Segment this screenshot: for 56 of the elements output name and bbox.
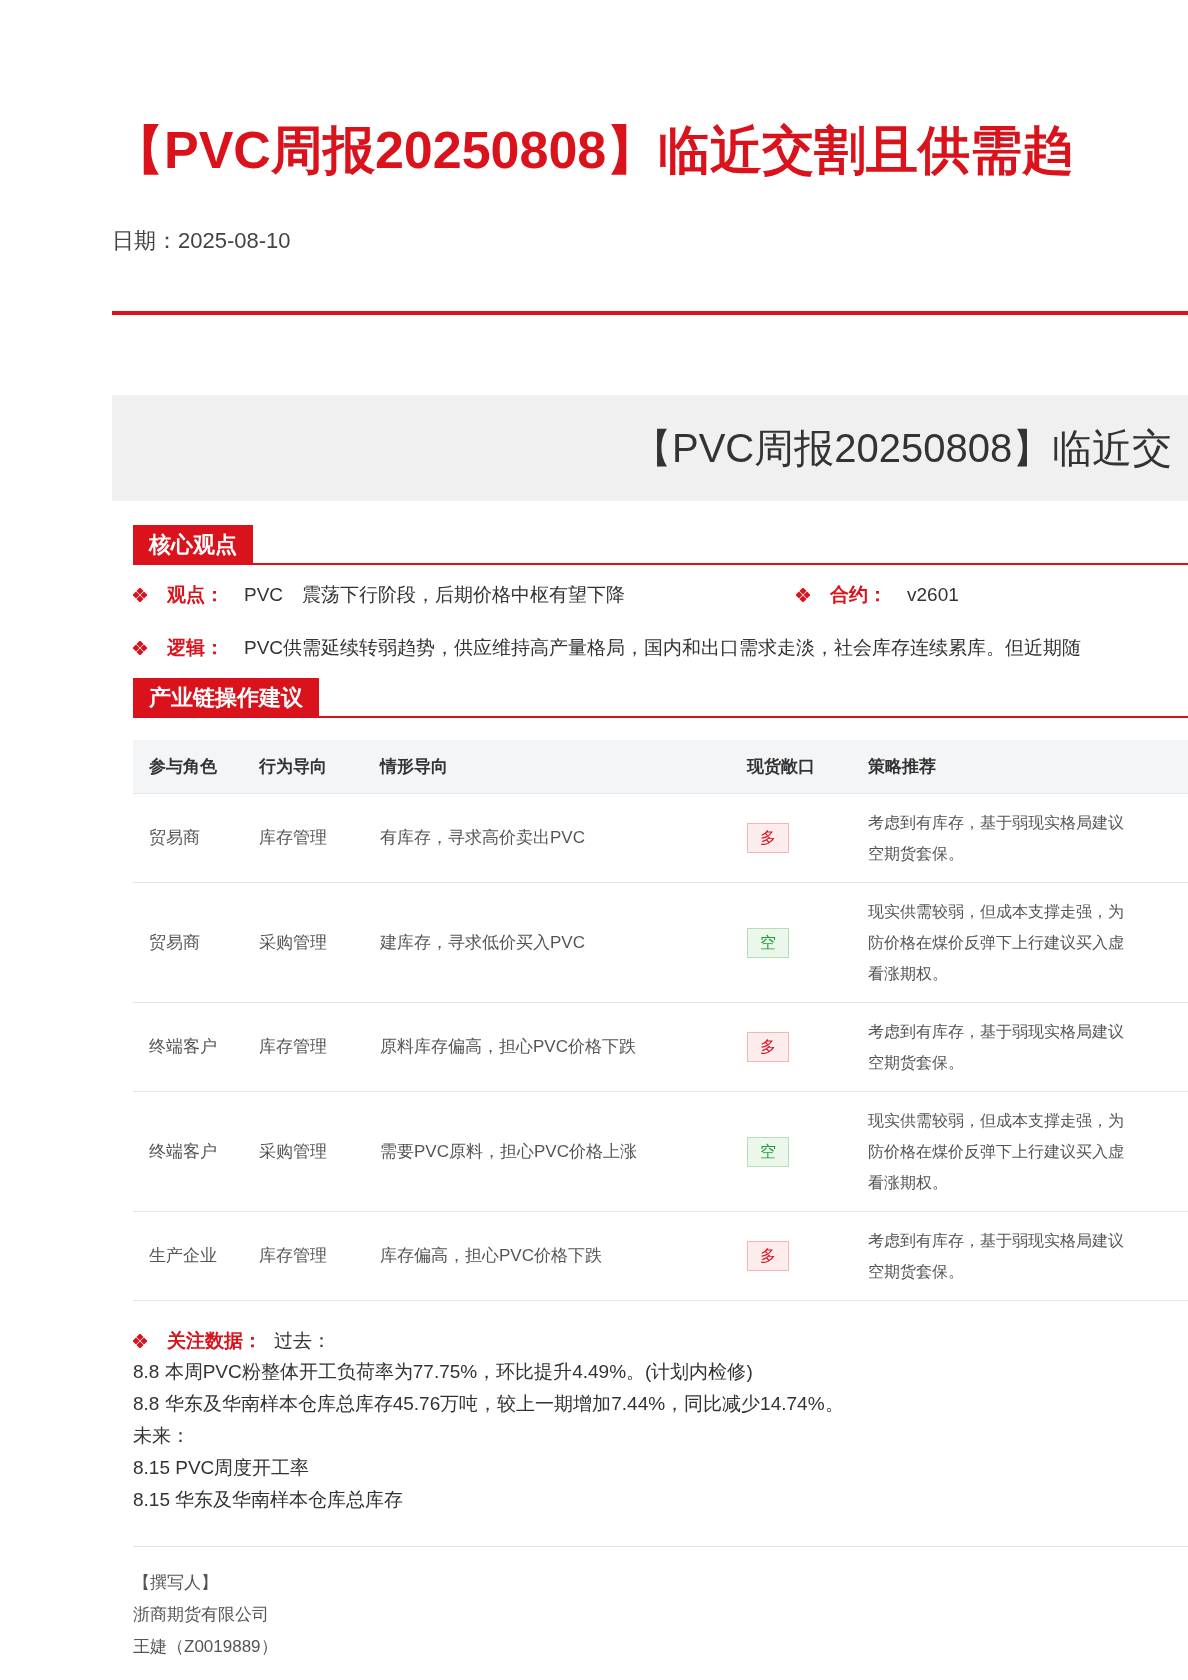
exposure-tag: 空 bbox=[747, 1136, 789, 1167]
table-cell-text: 库存偏高，担心PVC价格下跌 bbox=[380, 1245, 603, 1268]
exposure-tag: 多 bbox=[747, 1241, 789, 1271]
diamond-bullet-icon bbox=[796, 588, 810, 603]
column-header: 行为导向 bbox=[259, 755, 328, 778]
data-line: 8.8 本周PVC粉整体开工负荷率为77.75%，环比提升4.49%。(计划内检修) bbox=[133, 1359, 754, 1384]
future-label: 未来： bbox=[133, 1423, 191, 1448]
table-cell-text: 终端客户 bbox=[148, 1036, 218, 1059]
field-value: PVC 震荡下行阶段，后期价格中枢有望下降 bbox=[244, 583, 626, 607]
table-cell-text: 库存管理 bbox=[259, 1245, 328, 1268]
author-line: 浙商期货有限公司 bbox=[133, 1603, 270, 1626]
section-heading: 核心观点 bbox=[133, 525, 253, 563]
past-label: 过去： bbox=[274, 1329, 331, 1353]
field-label: 观点： bbox=[167, 583, 224, 607]
column-header: 现货敞口 bbox=[747, 755, 816, 778]
column-header: 策略推荐 bbox=[868, 755, 937, 778]
field-value: PVC供需延续转弱趋势，供应维持高产量格局，国内和出口需求走淡，社会库存连续累库。但近期随 bbox=[244, 635, 1082, 660]
exposure-tag: 空 bbox=[747, 927, 789, 958]
author-line: 【撰写人】 bbox=[133, 1571, 219, 1594]
field-label: 合约： bbox=[830, 583, 887, 607]
column-header: 参与角色 bbox=[148, 755, 218, 778]
table-cell-text: 库存管理 bbox=[259, 1036, 328, 1059]
author-line: 王婕（Z0019889） bbox=[133, 1635, 279, 1658]
table-cell-text: 采购管理 bbox=[259, 931, 328, 954]
column-header: 情形导向 bbox=[380, 755, 449, 778]
table-cell-text: 现实供需较弱，但成本支撑走强，为 防价格在煤价反弹下上行建议买入虚 看涨期权。 bbox=[868, 902, 1125, 984]
table-cell-text: 有库存，寻求高价卖出PVC bbox=[380, 827, 586, 850]
table-cell-text: 采购管理 bbox=[259, 1140, 328, 1163]
table-cell-text: 生产企业 bbox=[148, 1245, 218, 1268]
table-cell-text: 贸易商 bbox=[148, 931, 201, 954]
table-cell-text: 贸易商 bbox=[148, 827, 201, 850]
date-label: 日期： bbox=[112, 227, 178, 255]
diamond-bullet-icon bbox=[133, 588, 147, 603]
section-heading: 产业链操作建议 bbox=[133, 678, 319, 716]
data-line: 8.15 PVC周度开工率 bbox=[133, 1455, 311, 1480]
table-cell-text: 现实供需较弱，但成本支撑走强，为 防价格在煤价反弹下上行建议买入虚 看涨期权。 bbox=[868, 1111, 1125, 1193]
table-cell-text: 考虑到有库存，基于弱现实格局建议 空期货套保。 bbox=[868, 1022, 1125, 1073]
report-title: 【PVC周报20250808】临近交割且供需趋 bbox=[112, 120, 1076, 181]
table-cell-text: 终端客户 bbox=[148, 1140, 218, 1163]
diamond-bullet-icon bbox=[133, 1334, 147, 1349]
table-cell-text: 原料库存偏高，担心PVC价格下跌 bbox=[380, 1036, 637, 1059]
field-label: 关注数据： bbox=[167, 1329, 262, 1353]
data-line: 8.8 华东及华南样本仓库总库存45.76万吨，较上一期增加7.44%，同比减少14.74%。 bbox=[133, 1391, 845, 1416]
data-line: 8.15 华东及华南样本仓库总库存 bbox=[133, 1487, 405, 1512]
exposure-tag: 多 bbox=[747, 1032, 789, 1062]
exposure-tag: 多 bbox=[747, 823, 789, 853]
field-value: v2601 bbox=[907, 583, 959, 607]
table-cell-text: 建库存，寻求低价买入PVC bbox=[380, 931, 586, 954]
field-label: 逻辑： bbox=[167, 635, 224, 660]
table-cell-text: 考虑到有库存，基于弱现实格局建议 空期货套保。 bbox=[868, 813, 1125, 864]
table-cell-text: 考虑到有库存，基于弱现实格局建议 空期货套保。 bbox=[868, 1231, 1125, 1282]
table-cell-text: 库存管理 bbox=[259, 827, 328, 850]
table-cell-text: 需要PVC原料，担心PVC价格上涨 bbox=[380, 1140, 638, 1163]
diamond-bullet-icon bbox=[133, 640, 147, 655]
date-value: 2025-08-10 bbox=[178, 227, 291, 255]
title-banner: 【PVC周报20250808】临近交 bbox=[112, 395, 1188, 501]
